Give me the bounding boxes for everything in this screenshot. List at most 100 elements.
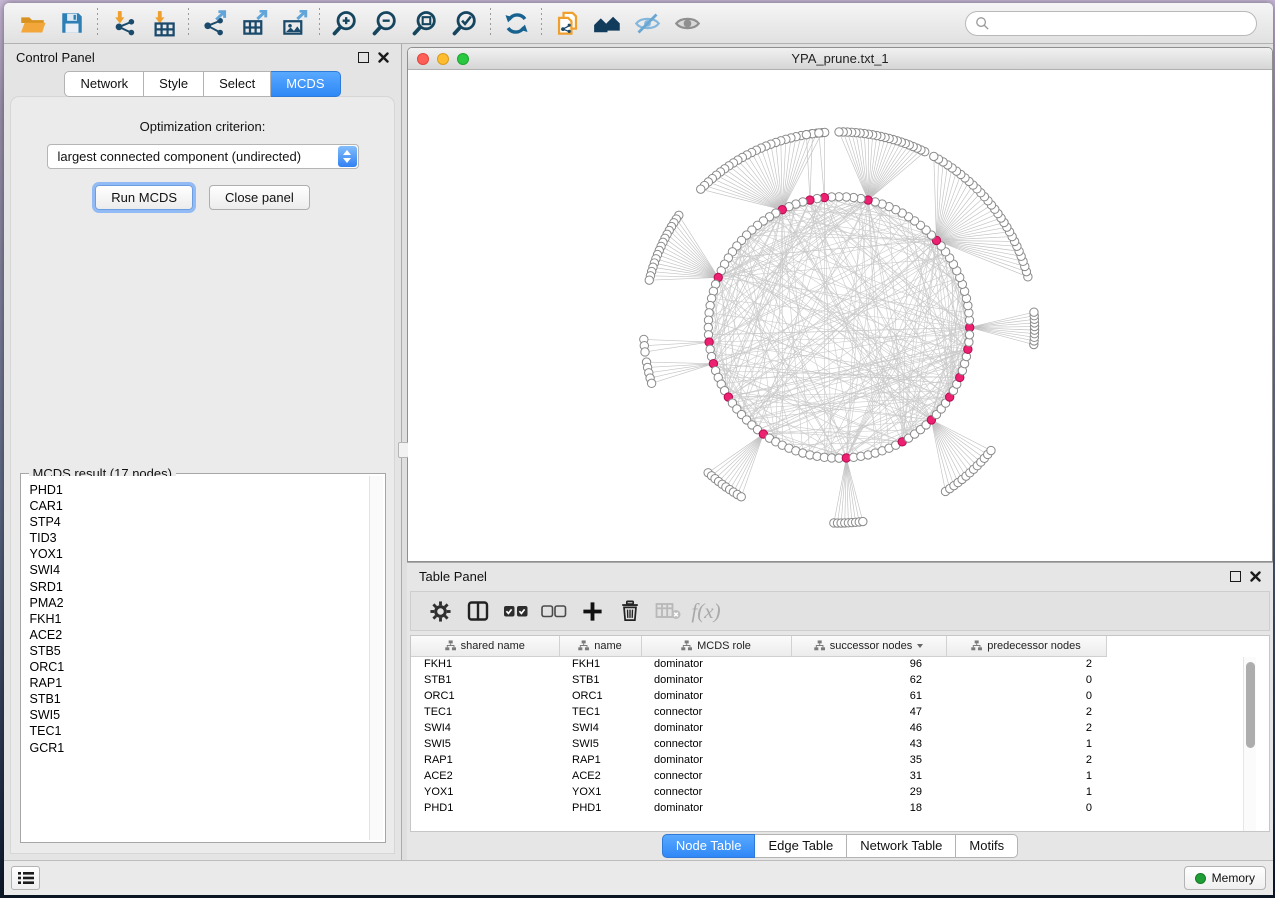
table-cell[interactable]: TEC1 <box>559 704 641 720</box>
tab-node-table[interactable]: Node Table <box>662 834 756 858</box>
show-all-button[interactable] <box>667 5 707 41</box>
refresh-view-button[interactable] <box>496 5 536 41</box>
table-cell[interactable]: 0 <box>946 800 1106 816</box>
table-cell[interactable]: dominator <box>641 800 791 816</box>
column-header-MCDS-role[interactable]: MCDS role <box>641 636 791 656</box>
mcds-node-item[interactable]: STB5 <box>30 643 369 659</box>
column-header-successor-nodes[interactable]: successor nodes <box>791 636 946 656</box>
leaf-node[interactable] <box>815 129 823 137</box>
leaf-node[interactable] <box>930 152 938 160</box>
table-cell[interactable]: YOX1 <box>559 784 641 800</box>
table-row[interactable]: FKH1FKH1dominator962 <box>411 656 1107 672</box>
close-window-icon[interactable] <box>417 53 429 65</box>
table-cell[interactable]: 0 <box>946 672 1106 688</box>
table-row[interactable]: SWI5SWI5connector431 <box>411 736 1107 752</box>
zoom-selected-button[interactable] <box>445 5 485 41</box>
mcds-node-item[interactable]: TEC1 <box>30 723 369 739</box>
hide-selected-button[interactable] <box>627 5 667 41</box>
table-cell[interactable]: 1 <box>946 768 1106 784</box>
table-row[interactable]: RAP1RAP1dominator352 <box>411 752 1107 768</box>
table-cell[interactable]: connector <box>641 704 791 720</box>
network-canvas[interactable] <box>408 70 1272 561</box>
maximize-window-icon[interactable] <box>457 53 469 65</box>
table-cell[interactable]: PHD1 <box>559 800 641 816</box>
table-cell[interactable]: connector <box>641 736 791 752</box>
table-cell[interactable]: FKH1 <box>559 656 641 672</box>
tab-style[interactable]: Style <box>144 71 204 97</box>
mcds-node-item[interactable]: YOX1 <box>30 546 369 562</box>
table-row[interactable]: SWI4SWI4dominator462 <box>411 720 1107 736</box>
table-cell[interactable]: SWI5 <box>411 736 559 752</box>
close-table-panel-icon[interactable] <box>1250 571 1261 582</box>
table-cell[interactable]: YOX1 <box>411 784 559 800</box>
export-image-button[interactable] <box>274 5 314 41</box>
export-network-button[interactable] <box>194 5 234 41</box>
table-row[interactable]: ACE2ACE2connector311 <box>411 768 1107 784</box>
table-cell[interactable]: 29 <box>791 784 946 800</box>
table-cell[interactable]: 1 <box>946 784 1106 800</box>
mcds-node-item[interactable]: RAP1 <box>30 675 369 691</box>
tab-network[interactable]: Network <box>64 71 144 97</box>
table-cell[interactable]: 1 <box>946 736 1106 752</box>
table-cell[interactable]: 2 <box>946 656 1106 672</box>
leaf-node[interactable] <box>645 276 653 284</box>
tab-edge-table[interactable]: Edge Table <box>755 834 847 858</box>
table-cell[interactable]: dominator <box>641 672 791 688</box>
network-window-titlebar[interactable]: YPA_prune.txt_1 <box>408 48 1272 70</box>
column-header-predecessor-nodes[interactable]: predecessor nodes <box>946 636 1106 656</box>
deselect-all-button[interactable] <box>535 594 573 628</box>
table-cell[interactable]: PHD1 <box>411 800 559 816</box>
table-cell[interactable]: dominator <box>641 720 791 736</box>
mcds-node-item[interactable]: SRD1 <box>30 579 369 595</box>
table-cell[interactable]: 35 <box>791 752 946 768</box>
leaf-node[interactable] <box>697 185 705 193</box>
table-cell[interactable]: 43 <box>791 736 946 752</box>
table-cell[interactable]: 31 <box>791 768 946 784</box>
table-cell[interactable]: ORC1 <box>559 688 641 704</box>
column-header-name[interactable]: name <box>559 636 641 656</box>
table-cell[interactable]: 0 <box>946 688 1106 704</box>
search-input[interactable] <box>996 16 1247 31</box>
zoom-out-button[interactable] <box>365 5 405 41</box>
table-cell[interactable]: connector <box>641 768 791 784</box>
close-panel-icon[interactable] <box>378 52 389 63</box>
memory-button[interactable]: Memory <box>1184 866 1266 890</box>
ring-node[interactable] <box>965 331 973 339</box>
table-cell[interactable]: ORC1 <box>411 688 559 704</box>
table-cell[interactable]: dominator <box>641 656 791 672</box>
table-cell[interactable]: ACE2 <box>559 768 641 784</box>
close-panel-button[interactable]: Close panel <box>209 185 310 210</box>
table-cell[interactable]: 18 <box>791 800 946 816</box>
delete-rows-button[interactable] <box>611 594 649 628</box>
table-settings-button[interactable] <box>421 594 459 628</box>
tab-select[interactable]: Select <box>204 71 271 97</box>
table-cell[interactable]: 2 <box>946 704 1106 720</box>
table-cell[interactable]: 96 <box>791 656 946 672</box>
table-row[interactable]: YOX1YOX1connector291 <box>411 784 1107 800</box>
mcds-node-item[interactable]: PMA2 <box>30 595 369 611</box>
table-cell[interactable]: 2 <box>946 720 1106 736</box>
tab-motifs[interactable]: Motifs <box>956 834 1018 858</box>
mcds-node-item[interactable]: PHD1 <box>30 482 369 498</box>
zoom-fit-button[interactable] <box>405 5 445 41</box>
add-row-button[interactable] <box>573 594 611 628</box>
table-cell[interactable]: RAP1 <box>411 752 559 768</box>
tab-network-table[interactable]: Network Table <box>847 834 956 858</box>
leaf-node[interactable] <box>641 348 649 356</box>
table-cell[interactable]: TEC1 <box>411 704 559 720</box>
import-table-button[interactable] <box>143 5 183 41</box>
table-cell[interactable]: RAP1 <box>559 752 641 768</box>
mcds-node-item[interactable]: CAR1 <box>30 498 369 514</box>
float-table-panel-icon[interactable] <box>1230 571 1241 582</box>
float-panel-icon[interactable] <box>358 52 369 63</box>
table-scrollbar[interactable] <box>1243 657 1256 831</box>
open-file-button[interactable] <box>12 5 52 41</box>
table-cell[interactable]: connector <box>641 784 791 800</box>
table-cell[interactable]: STB1 <box>411 672 559 688</box>
tab-mcds[interactable]: MCDS <box>271 71 340 97</box>
network-graph[interactable] <box>408 70 1272 561</box>
mcds-node-item[interactable]: GCR1 <box>30 740 369 756</box>
zoom-in-button[interactable] <box>325 5 365 41</box>
table-cell[interactable]: SWI4 <box>559 720 641 736</box>
export-table-button[interactable] <box>234 5 274 41</box>
